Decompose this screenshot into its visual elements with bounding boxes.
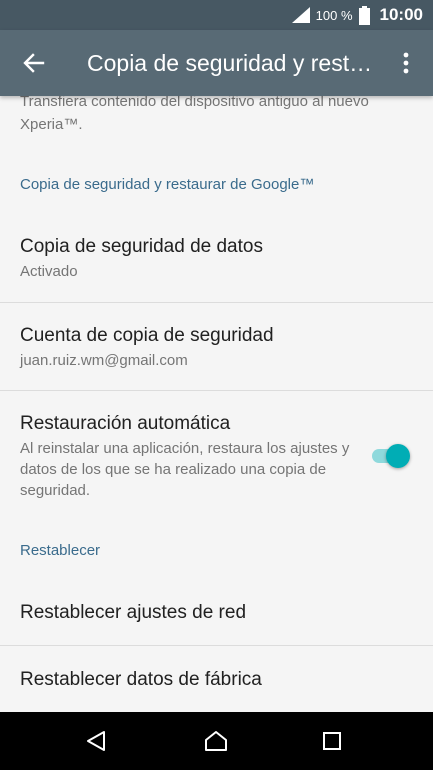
pref-auto-restore-title: Restauración automática <box>20 413 231 434</box>
navigation-bar <box>0 712 433 770</box>
nav-recents-button[interactable] <box>312 721 352 761</box>
pref-factory-reset[interactable]: Restablecer datos de fábrica <box>20 669 262 691</box>
settings-list: Transfiera contenido del dispositivo ant… <box>0 96 433 712</box>
transfer-summary: Transfiera contenido del dispositivo ant… <box>20 96 369 133</box>
divider <box>0 302 433 303</box>
pref-backup-data-summary: Activado <box>20 263 78 280</box>
pref-auto-restore-summary: Al reinstalar una aplicación, restaura l… <box>20 440 350 499</box>
toggle-thumb <box>386 444 410 468</box>
more-vert-icon <box>403 52 409 74</box>
back-arrow-icon <box>23 53 45 73</box>
signal-icon <box>291 7 310 23</box>
pref-backup-account-summary: juan.ruiz.wm@gmail.com <box>20 352 188 369</box>
nav-back-button[interactable] <box>76 721 116 761</box>
recents-icon <box>323 732 341 750</box>
section-header-reset: Restablecer <box>20 542 101 559</box>
pref-backup-data-title: Copia de seguridad de datos <box>20 236 263 257</box>
overflow-menu-button[interactable] <box>391 43 421 83</box>
back-triangle-icon <box>87 731 105 751</box>
clock: 10:00 <box>379 5 423 24</box>
divider <box>0 390 433 391</box>
home-icon <box>205 731 227 751</box>
auto-restore-toggle[interactable] <box>370 441 412 469</box>
battery-percent: 100 % <box>315 7 353 23</box>
pref-backup-account-title: Cuenta de copia de seguridad <box>20 325 274 346</box>
back-button[interactable] <box>14 43 54 83</box>
app-bar: Copia de seguridad y restaurar <box>0 30 433 96</box>
nav-home-button[interactable] <box>196 721 236 761</box>
status-bar: 100 % 10:00 <box>0 0 433 30</box>
page-title: Copia de seguridad y restaurar <box>87 50 377 76</box>
divider <box>0 645 433 646</box>
section-header-google-backup: Copia de seguridad y restaurar de Google… <box>20 176 315 193</box>
status-icons: 100 % 10:00 <box>291 0 423 30</box>
battery-icon <box>358 5 370 25</box>
pref-reset-network[interactable]: Restablecer ajustes de red <box>20 602 246 624</box>
